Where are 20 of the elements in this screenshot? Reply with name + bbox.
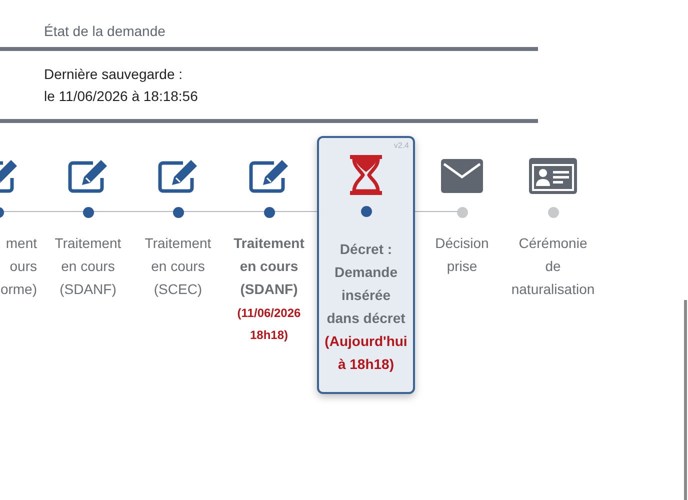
edit-icon [248,159,290,193]
step-label: Traitement en cours (SDANF) [54,234,122,299]
step-label: ment ours orme) [0,234,38,299]
step-label: Décret : Demande insérée dans décret [326,240,406,328]
section-title: État de la demande [44,23,166,39]
id-card-icon [529,158,577,194]
step-label: Traitement en cours (SCEC) [144,234,212,299]
last-save-value: le 11/06/2026 à 18:18:56 [44,87,198,106]
edit-icon [67,159,109,193]
version-label: v2.4 [394,140,409,152]
last-save-label: Dernière sauvegarde : [44,65,183,84]
step-label: Traitement en cours (SDANF) [234,234,304,299]
step-date: (Aujourd'hui à 18h18) [324,332,408,374]
step-date: (11/06/2026 18h18) [237,305,301,344]
hourglass-icon [349,154,383,196]
scrollbar[interactable] [684,300,687,500]
envelope-icon [441,159,483,193]
step-label: Décision prise [435,234,489,276]
step-label: Cérémonie de naturalisation [511,234,595,299]
edit-icon [157,159,199,193]
